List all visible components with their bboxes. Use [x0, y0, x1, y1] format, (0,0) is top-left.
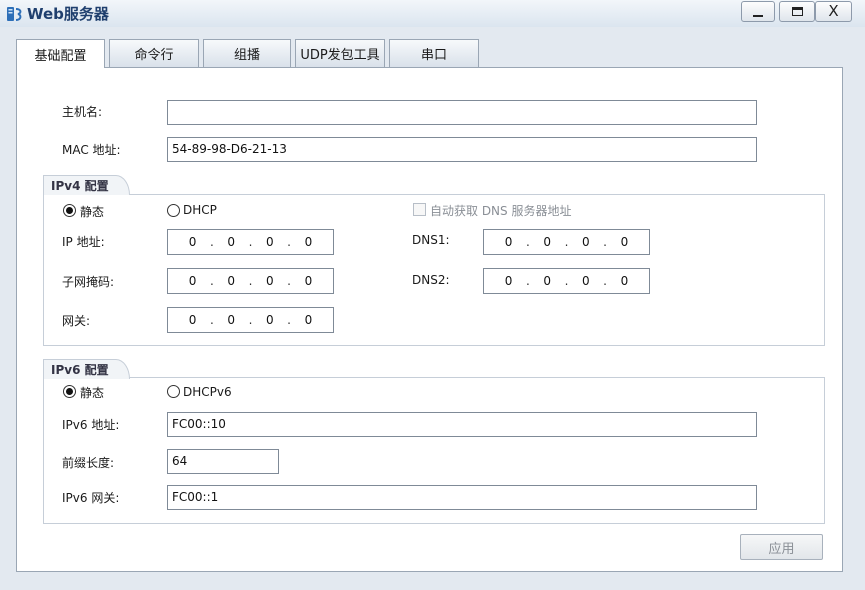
- tab-label: 串口: [420, 48, 447, 63]
- gateway-input[interactable]: 0 . 0 . 0 . 0: [167, 307, 334, 333]
- ip-octet: 0: [265, 313, 274, 327]
- minimize-button[interactable]: [741, 1, 775, 22]
- ipv4-dhcp-label: DHCP: [183, 203, 217, 217]
- ip-octet: 0: [188, 235, 197, 249]
- hostname-label: 主机名:: [62, 105, 103, 119]
- ip-separator: .: [248, 313, 253, 327]
- ip-octet: 0: [504, 274, 513, 288]
- ip-octet: 0: [620, 274, 629, 288]
- tab-label: 基础配置: [34, 48, 87, 64]
- ip-address-label: IP 地址:: [62, 235, 105, 249]
- ipv6-group-title: IPv6 配置: [43, 359, 130, 379]
- ip-separator: .: [525, 235, 530, 249]
- tab-basic-config[interactable]: 基础配置: [16, 39, 105, 68]
- ip-separator: .: [603, 235, 607, 249]
- dns1-label: DNS1:: [412, 233, 450, 247]
- tab-label: 组播: [233, 48, 260, 63]
- auto-dns-label: 自动获取 DNS 服务器地址: [430, 204, 572, 218]
- ipv4-group-title: IPv4 配置: [43, 175, 130, 195]
- ip-separator: .: [564, 235, 569, 249]
- ip-octet: 0: [304, 313, 313, 327]
- prefix-length-label: 前缀长度:: [62, 456, 115, 470]
- tab-label: 命令行: [134, 48, 174, 63]
- ip-octet: 0: [543, 235, 552, 249]
- subnet-mask-input[interactable]: 0 . 0 . 0 . 0: [167, 268, 334, 294]
- auto-dns-checkbox[interactable]: [413, 203, 426, 216]
- ipv6-address-input[interactable]: FC00::10: [167, 412, 757, 437]
- ipv4-static-radio[interactable]: [63, 204, 76, 217]
- close-button[interactable]: X: [815, 1, 852, 22]
- ipv6-dhcpv6-radio[interactable]: [167, 385, 180, 398]
- config-panel: 主机名: MAC 地址: 54-89-98-D6-21-13 IPv4 配置 静…: [16, 67, 843, 572]
- tab-udp-tool[interactable]: UDP发包工具: [295, 39, 385, 67]
- close-icon: X: [828, 2, 839, 20]
- prefix-length-input[interactable]: 64: [167, 449, 279, 474]
- ip-separator: .: [603, 274, 607, 288]
- maximize-button[interactable]: [779, 1, 815, 22]
- ip-separator: .: [287, 313, 291, 327]
- app-icon: [7, 7, 22, 21]
- ipv6-dhcpv6-label: DHCPv6: [183, 385, 232, 399]
- ip-separator: .: [564, 274, 569, 288]
- gateway-label: 网关:: [62, 314, 91, 328]
- ip-octet: 0: [188, 274, 197, 288]
- ipv4-dhcp-radio[interactable]: [167, 204, 180, 217]
- ip-separator: .: [209, 235, 214, 249]
- ip-octet: 0: [265, 274, 274, 288]
- ip-separator: .: [209, 274, 214, 288]
- tab-command-line[interactable]: 命令行: [109, 39, 199, 67]
- tab-multicast[interactable]: 组播: [203, 39, 291, 67]
- dns1-input[interactable]: 0 . 0 . 0 . 0: [483, 229, 650, 255]
- dns2-input[interactable]: 0 . 0 . 0 . 0: [483, 268, 650, 294]
- tab-serial[interactable]: 串口: [389, 39, 479, 67]
- apply-button[interactable]: 应用: [740, 534, 823, 560]
- ipv4-static-label: 静态: [80, 205, 105, 219]
- ip-separator: .: [287, 274, 291, 288]
- ipv6-address-label: IPv6 地址:: [62, 418, 120, 432]
- ip-separator: .: [287, 235, 291, 249]
- maximize-icon: [791, 7, 803, 16]
- ip-octet: 0: [581, 235, 590, 249]
- ip-address-input[interactable]: 0 . 0 . 0 . 0: [167, 229, 334, 255]
- ipv6-gateway-input[interactable]: FC00::1: [167, 485, 757, 510]
- tab-label: UDP发包工具: [300, 48, 380, 63]
- title-bar: Web服务器 X: [0, 0, 865, 27]
- ip-octet: 0: [581, 274, 590, 288]
- ip-separator: .: [248, 274, 253, 288]
- ip-octet: 0: [227, 313, 236, 327]
- ip-octet: 0: [304, 274, 313, 288]
- ipv6-gateway-label: IPv6 网关:: [62, 491, 120, 505]
- minimize-icon: [753, 14, 763, 17]
- mac-label: MAC 地址:: [62, 143, 121, 157]
- ip-separator: .: [209, 313, 214, 327]
- ip-octet: 0: [543, 274, 552, 288]
- mac-address-field[interactable]: 54-89-98-D6-21-13: [167, 137, 757, 162]
- apply-label: 应用: [768, 541, 795, 557]
- ip-octet: 0: [188, 313, 197, 327]
- window-title: Web服务器: [27, 5, 109, 23]
- ip-octet: 0: [304, 235, 313, 249]
- ip-separator: .: [525, 274, 530, 288]
- ipv6-static-label: 静态: [80, 386, 105, 400]
- ip-separator: .: [248, 235, 253, 249]
- ip-octet: 0: [227, 274, 236, 288]
- hostname-input[interactable]: [167, 100, 757, 125]
- ip-octet: 0: [227, 235, 236, 249]
- ip-octet: 0: [620, 235, 629, 249]
- subnet-mask-label: 子网掩码:: [62, 275, 115, 289]
- ip-octet: 0: [265, 235, 274, 249]
- ip-octet: 0: [504, 235, 513, 249]
- dns2-label: DNS2:: [412, 273, 450, 287]
- ipv6-static-radio[interactable]: [63, 385, 76, 398]
